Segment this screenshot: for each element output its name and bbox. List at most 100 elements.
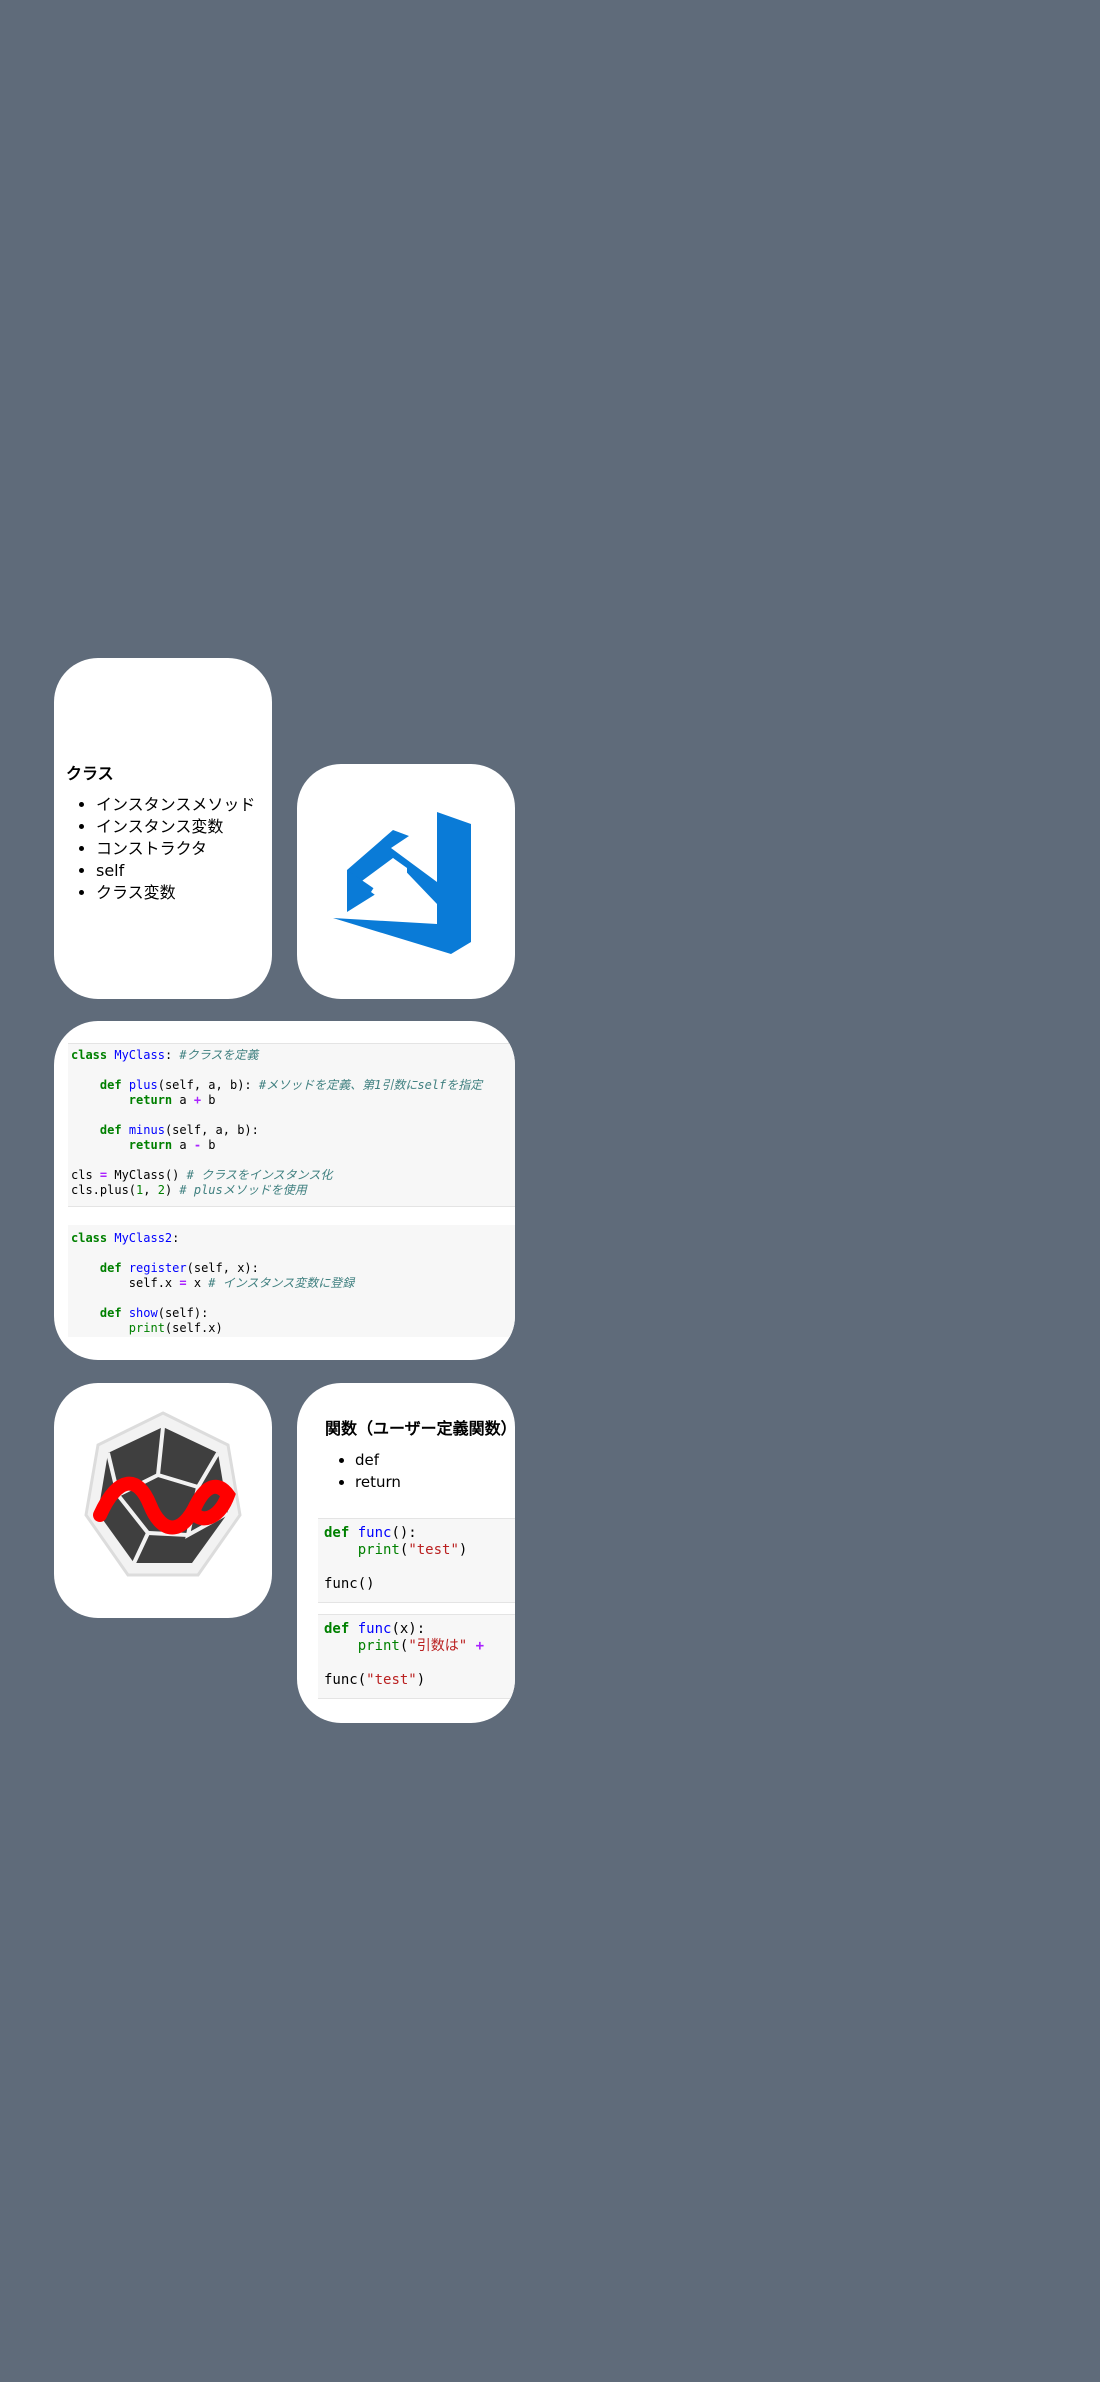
code-token: # クラスをインスタンス化: [186, 1168, 333, 1182]
red-wave-hexagon-logo-icon: [84, 1411, 242, 1577]
code-token: (self):: [157, 1306, 209, 1320]
code-token: :: [172, 1231, 180, 1245]
code-token: #メソッドを定義、第1引数にselfを指定: [258, 1078, 483, 1092]
code-token: -: [193, 1138, 202, 1152]
code-block-func-noarg: def func(): print("test") func(): [318, 1518, 515, 1603]
code-token: class: [71, 1231, 108, 1245]
code-token: a: [172, 1093, 194, 1107]
code-token: +: [475, 1638, 485, 1654]
code-token: "test": [366, 1672, 417, 1688]
code-token: b: [201, 1093, 216, 1107]
code-token: :: [164, 1048, 180, 1062]
class-heading: クラス: [66, 764, 114, 783]
code-line: func("test"): [324, 1672, 509, 1689]
code-token: (self, x):: [186, 1261, 259, 1275]
code-token: MyClass(): [107, 1168, 187, 1182]
code-token: plus: [128, 1078, 158, 1092]
code-block-myclass: class MyClass: #クラスを定義 def plus(self, a,…: [68, 1043, 515, 1207]
code-token: (self.x): [164, 1321, 223, 1335]
code-token: register: [128, 1261, 187, 1275]
code-line: def func(x):: [324, 1621, 509, 1638]
code-token: x: [186, 1276, 209, 1290]
code-token: (self, a, b):: [164, 1123, 259, 1137]
code-token: ():: [391, 1525, 417, 1541]
code-token: show: [128, 1306, 158, 1320]
code-token: ,: [143, 1183, 158, 1197]
code-token: # インスタンス変数に登録: [208, 1276, 355, 1290]
code-token: ): [458, 1542, 468, 1558]
code-token: return: [128, 1138, 173, 1152]
code-token: print: [128, 1321, 165, 1335]
vscode-logo-icon: [333, 812, 471, 954]
code-token: # plusメソッドを使用: [179, 1183, 307, 1197]
code-line: print(self.x): [71, 1321, 512, 1336]
code-token: cls.plus(: [71, 1183, 137, 1197]
code-token: ): [416, 1672, 426, 1688]
code-token: class: [71, 1048, 108, 1062]
code-token: minus: [128, 1123, 165, 1137]
code-block-myclass2: class MyClass2: def register(self, x): s…: [68, 1225, 515, 1337]
code-token: func(: [324, 1672, 367, 1688]
list-item: インスタンス変数: [96, 816, 268, 838]
function-topic-list: def return: [325, 1449, 515, 1493]
code-token: MyClass: [114, 1048, 165, 1062]
code-line: func(): [324, 1576, 509, 1593]
code-line: print("引数は" +: [324, 1638, 509, 1655]
code-token: +: [193, 1093, 202, 1107]
code-token: #クラスを定義: [179, 1048, 259, 1062]
code-token: def: [324, 1621, 350, 1637]
code-token: (self, a, b):: [157, 1078, 259, 1092]
function-heading: 関数（ユーザー定義関数）: [325, 1419, 515, 1438]
code-block-func-arg: def func(x): print("引数は" + func("test"): [318, 1614, 515, 1699]
code-token: b: [201, 1138, 216, 1152]
code-token: func(): [324, 1576, 375, 1592]
code-token: func: [357, 1621, 392, 1637]
code-line: print("test"): [324, 1542, 509, 1559]
code-line: def minus(self, a, b):: [71, 1123, 512, 1138]
code-line: def plus(self, a, b): #メソッドを定義、第1引数にself…: [71, 1078, 512, 1093]
code-token: 2: [157, 1183, 165, 1197]
code-token: a: [172, 1138, 194, 1152]
code-token: def: [99, 1078, 122, 1092]
code-token: func: [357, 1525, 392, 1541]
class-card: クラス インスタンスメソッド インスタンス変数 コンストラクタ self クラス…: [54, 658, 272, 999]
code-token: def: [324, 1525, 350, 1541]
code-line: self.x = x # インスタンス変数に登録: [71, 1276, 512, 1291]
list-item: クラス変数: [96, 882, 268, 904]
code-line: return a - b: [71, 1138, 512, 1153]
code-token: MyClass2: [114, 1231, 173, 1245]
vscode-card: [297, 764, 515, 999]
code-token: print: [357, 1638, 400, 1654]
code-token: ): [164, 1183, 180, 1197]
code-token: print: [357, 1542, 400, 1558]
code-token: def: [99, 1261, 122, 1275]
code-line: def show(self):: [71, 1306, 512, 1321]
code-token: cls: [71, 1168, 100, 1182]
list-item: self: [96, 860, 268, 882]
function-card-content: 関数（ユーザー定義関数） def return: [325, 1415, 515, 1493]
class-card-content: クラス インスタンスメソッド インスタンス変数 コンストラクタ self クラス…: [66, 760, 268, 904]
code-token: return: [128, 1093, 173, 1107]
list-item: コンストラクタ: [96, 838, 268, 860]
list-item: return: [355, 1471, 515, 1493]
code-token: "引数は": [408, 1638, 468, 1654]
code-token: def: [99, 1306, 122, 1320]
class-code-card: class MyClass: #クラスを定義 def plus(self, a,…: [54, 1021, 515, 1360]
code-token: "test": [408, 1542, 459, 1558]
